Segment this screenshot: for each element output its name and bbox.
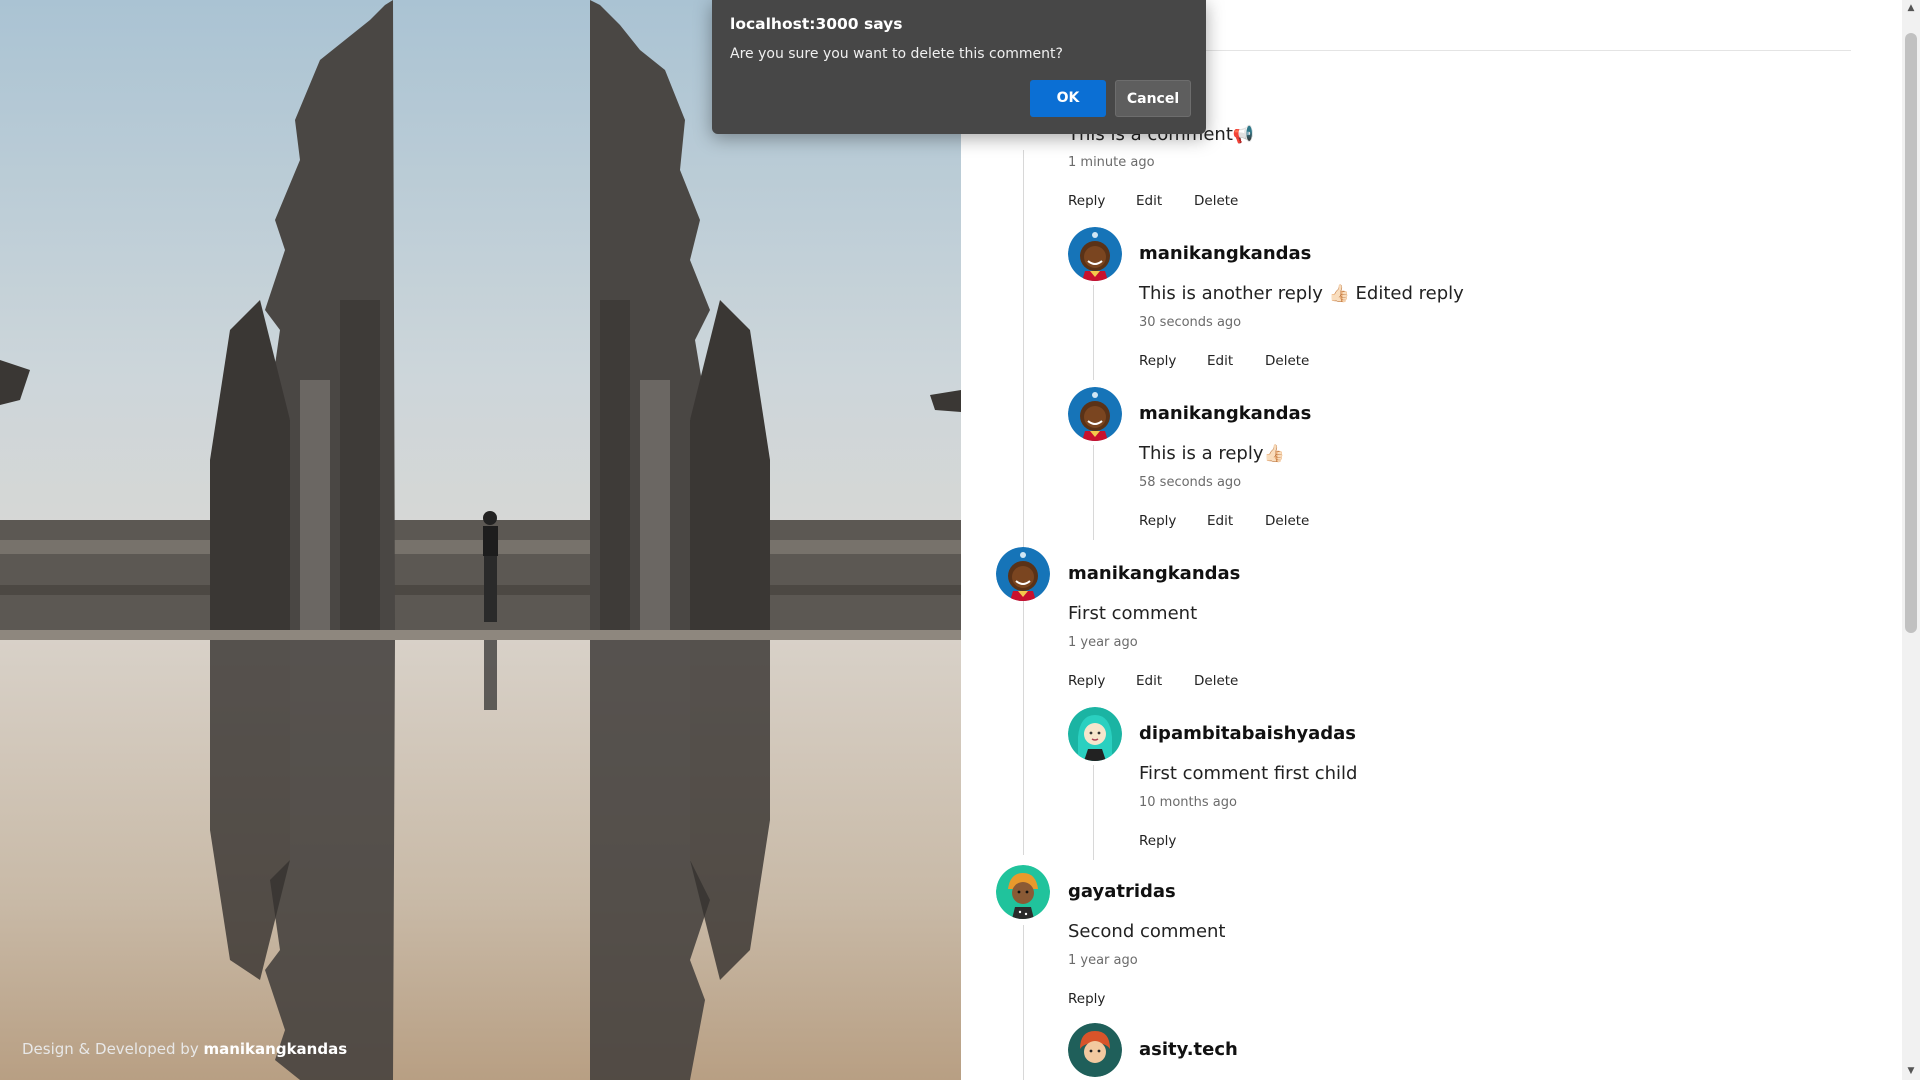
avatar-green-icon <box>996 865 1050 919</box>
avatar[interactable] <box>996 547 1050 601</box>
comment-author[interactable]: gayatridas <box>1068 881 1176 902</box>
delete-button[interactable]: Delete <box>1265 513 1309 529</box>
comment-body: First comment <box>1068 603 1198 624</box>
comment-author[interactable]: manikangkandas <box>1068 563 1240 584</box>
scroll-up-arrow-icon[interactable]: ▲ <box>1902 0 1920 17</box>
confirm-dialog: localhost:3000 says Are you sure you wan… <box>712 0 1206 134</box>
scrollbar[interactable]: ▲ ▼ <box>1902 0 1920 1080</box>
comment-body: This is a reply👍🏻 <box>1139 443 1285 464</box>
thread-line <box>1023 605 1024 855</box>
thread-line <box>1023 925 1024 1080</box>
comment-time: 58 seconds ago <box>1139 475 1242 490</box>
comment-author[interactable]: asity.tech <box>1139 1039 1238 1060</box>
avatar[interactable] <box>1068 227 1122 281</box>
edit-button[interactable]: Edit <box>1136 193 1162 209</box>
dialog-title: localhost:3000 says <box>730 15 903 33</box>
hero-image: Design & Developed by manikangkandas <box>0 0 961 1080</box>
edit-button[interactable]: Edit <box>1136 673 1162 689</box>
comment-time: 1 year ago <box>1068 635 1138 650</box>
thumbs-up-emoji-icon: 👍🏻 <box>1328 284 1350 304</box>
footer-credit: Design & Developed by manikangkandas <box>22 1040 347 1058</box>
delete-button[interactable]: Delete <box>1194 673 1238 689</box>
reply-button[interactable]: Reply <box>1068 673 1105 689</box>
thumbs-up-emoji-icon: 👍🏻 <box>1263 444 1285 464</box>
cancel-button[interactable]: Cancel <box>1115 80 1191 117</box>
scroll-thumb[interactable] <box>1905 33 1917 633</box>
credit-author-link[interactable]: manikangkandas <box>203 1040 347 1058</box>
thread-line <box>1093 445 1094 540</box>
delete-button[interactable]: Delete <box>1265 353 1309 369</box>
comment-author[interactable]: manikangkandas <box>1139 243 1311 264</box>
avatar-blue-icon <box>1068 387 1122 441</box>
dialog-message: Are you sure you want to delete this com… <box>730 46 1063 62</box>
comment-author[interactable]: dipambitabaishyadas <box>1139 723 1356 744</box>
temple-gate-illustration <box>0 0 961 1080</box>
edit-button[interactable]: Edit <box>1207 353 1233 369</box>
comment-body: This is another reply 👍🏻 Edited reply <box>1139 283 1464 304</box>
comment-body: First comment first child <box>1139 763 1358 784</box>
scroll-down-arrow-icon[interactable]: ▼ <box>1902 1063 1920 1080</box>
comment-time: 1 minute ago <box>1068 155 1155 170</box>
thread-line <box>1093 765 1094 860</box>
avatar[interactable] <box>1068 707 1122 761</box>
avatar-blue-icon <box>1068 227 1122 281</box>
comment-time: 30 seconds ago <box>1139 315 1242 330</box>
comment-author[interactable]: manikangkandas <box>1139 403 1311 424</box>
comment-time: 1 year ago <box>1068 953 1138 968</box>
avatar-blue-icon <box>996 547 1050 601</box>
comments-panel: This is a comment📢 1 minute ago Reply Ed… <box>961 0 1901 1080</box>
reply-button[interactable]: Reply <box>1139 513 1176 529</box>
ok-button[interactable]: OK <box>1030 80 1106 117</box>
comment-time: 10 months ago <box>1139 795 1237 810</box>
avatar-teal-icon <box>1068 707 1122 761</box>
reply-button[interactable]: Reply <box>1068 193 1105 209</box>
reply-button[interactable]: Reply <box>1139 833 1176 849</box>
edit-button[interactable]: Edit <box>1207 513 1233 529</box>
avatar[interactable] <box>996 865 1050 919</box>
reply-button[interactable]: Reply <box>1139 353 1176 369</box>
avatar[interactable] <box>1068 387 1122 441</box>
megaphone-emoji-icon: 📢 <box>1232 125 1255 145</box>
thread-line <box>1093 285 1094 380</box>
avatar-dark-teal-icon <box>1068 1023 1122 1077</box>
reply-button[interactable]: Reply <box>1068 991 1105 1007</box>
comment-body: Second comment <box>1068 921 1226 942</box>
delete-button[interactable]: Delete <box>1194 193 1238 209</box>
credit-prefix: Design & Developed by <box>22 1040 199 1058</box>
avatar[interactable] <box>1068 1023 1122 1077</box>
